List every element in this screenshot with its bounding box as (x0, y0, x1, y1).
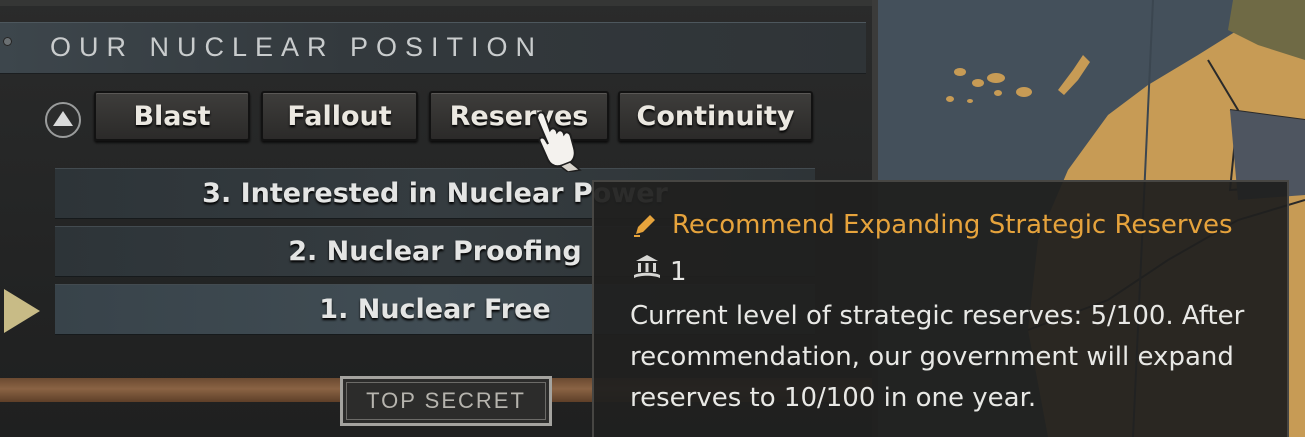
top-secret-stamp: TOP SECRET (340, 376, 552, 426)
tab-continuity[interactable]: Continuity (618, 91, 813, 141)
tooltip-title: Recommend Expanding Strategic Reserves (672, 210, 1233, 240)
tab-blast[interactable]: Blast (94, 91, 250, 141)
collapse-button[interactable] (45, 102, 81, 138)
triangle-up-icon (53, 111, 73, 126)
rivet-decoration (3, 37, 12, 46)
tooltip-cost: 1 (670, 257, 687, 287)
current-level-arrow-icon (4, 289, 40, 333)
tooltip: Recommend Expanding Strategic Reserves 1… (592, 180, 1289, 437)
panel-title: OUR NUCLEAR POSITION (50, 32, 544, 62)
hand-cursor-icon (535, 111, 582, 172)
panel-top-edge (0, 0, 872, 6)
bank-icon (634, 255, 660, 278)
tab-fallout[interactable]: Fallout (261, 91, 418, 141)
stamp-border (346, 382, 546, 420)
pencil-icon (634, 215, 655, 237)
tooltip-description: Current level of strategic reserves: 5/1… (630, 301, 1245, 413)
